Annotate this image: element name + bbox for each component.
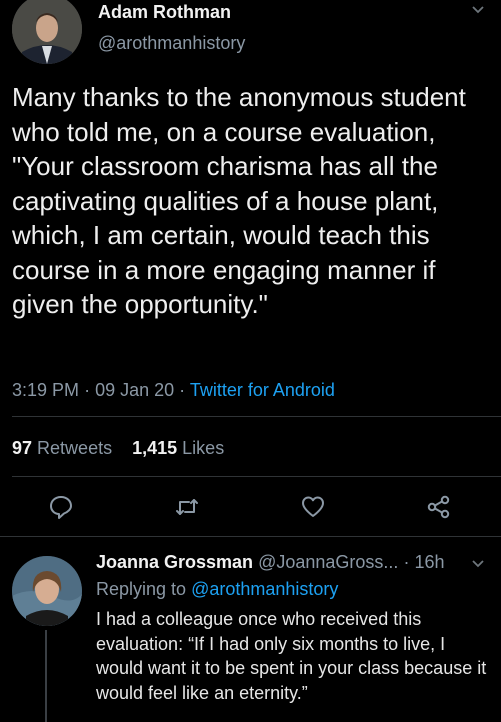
replying-prefix: Replying to <box>96 579 187 599</box>
tweet-meta: 3:19 PM · 09 Jan 20 · Twitter for Androi… <box>12 380 335 401</box>
tweet-stats: 97 Retweets 1,415 Likes <box>12 438 224 459</box>
reply-icon[interactable] <box>48 494 74 520</box>
author-name[interactable]: Adam Rothman <box>98 2 231 23</box>
reply-author-name[interactable]: Joanna Grossman <box>96 552 253 572</box>
divider <box>12 416 501 417</box>
reply-age: 16h <box>414 552 445 572</box>
chevron-down-icon[interactable] <box>470 556 486 572</box>
tweet-text: Many thanks to the anonymous student who… <box>12 82 466 319</box>
tweet-time: 3:19 PM <box>12 380 80 400</box>
retweets-count: 97 <box>12 438 33 458</box>
chevron-down-icon[interactable] <box>470 2 486 18</box>
likes-stat[interactable]: 1,415 Likes <box>132 438 224 458</box>
tweet-source[interactable]: Twitter for Android <box>190 380 335 400</box>
likes-count: 1,415 <box>132 438 178 458</box>
tweet-date: 09 Jan 20 <box>95 380 175 400</box>
retweets-stat[interactable]: 97 Retweets <box>12 438 112 458</box>
thread-line <box>45 630 47 722</box>
meta-separator: · <box>403 552 410 572</box>
author-handle[interactable]: @arothmanhistory <box>98 33 245 54</box>
share-icon[interactable] <box>426 494 452 520</box>
author-avatar[interactable] <box>12 0 82 64</box>
replying-handle[interactable]: @arothmanhistory <box>191 579 338 599</box>
reply-author-avatar[interactable] <box>12 556 82 626</box>
retweets-label: Retweets <box>37 438 113 458</box>
reply-header: Joanna Grossman @JoannaGross... · 16h <box>96 552 445 573</box>
likes-label: Likes <box>182 438 225 458</box>
meta-separator: · <box>84 380 91 400</box>
meta-separator: · <box>179 380 186 400</box>
reply-author-handle[interactable]: @JoannaGross... <box>258 552 398 572</box>
like-icon[interactable] <box>300 494 326 520</box>
reply-text: I had a colleague once who received this… <box>96 609 487 703</box>
replying-to: Replying to @arothmanhistory <box>96 579 338 600</box>
divider <box>12 476 501 477</box>
avatar-image <box>12 0 82 64</box>
divider <box>0 536 501 537</box>
retweet-icon[interactable] <box>174 494 200 520</box>
avatar-image <box>12 556 82 626</box>
